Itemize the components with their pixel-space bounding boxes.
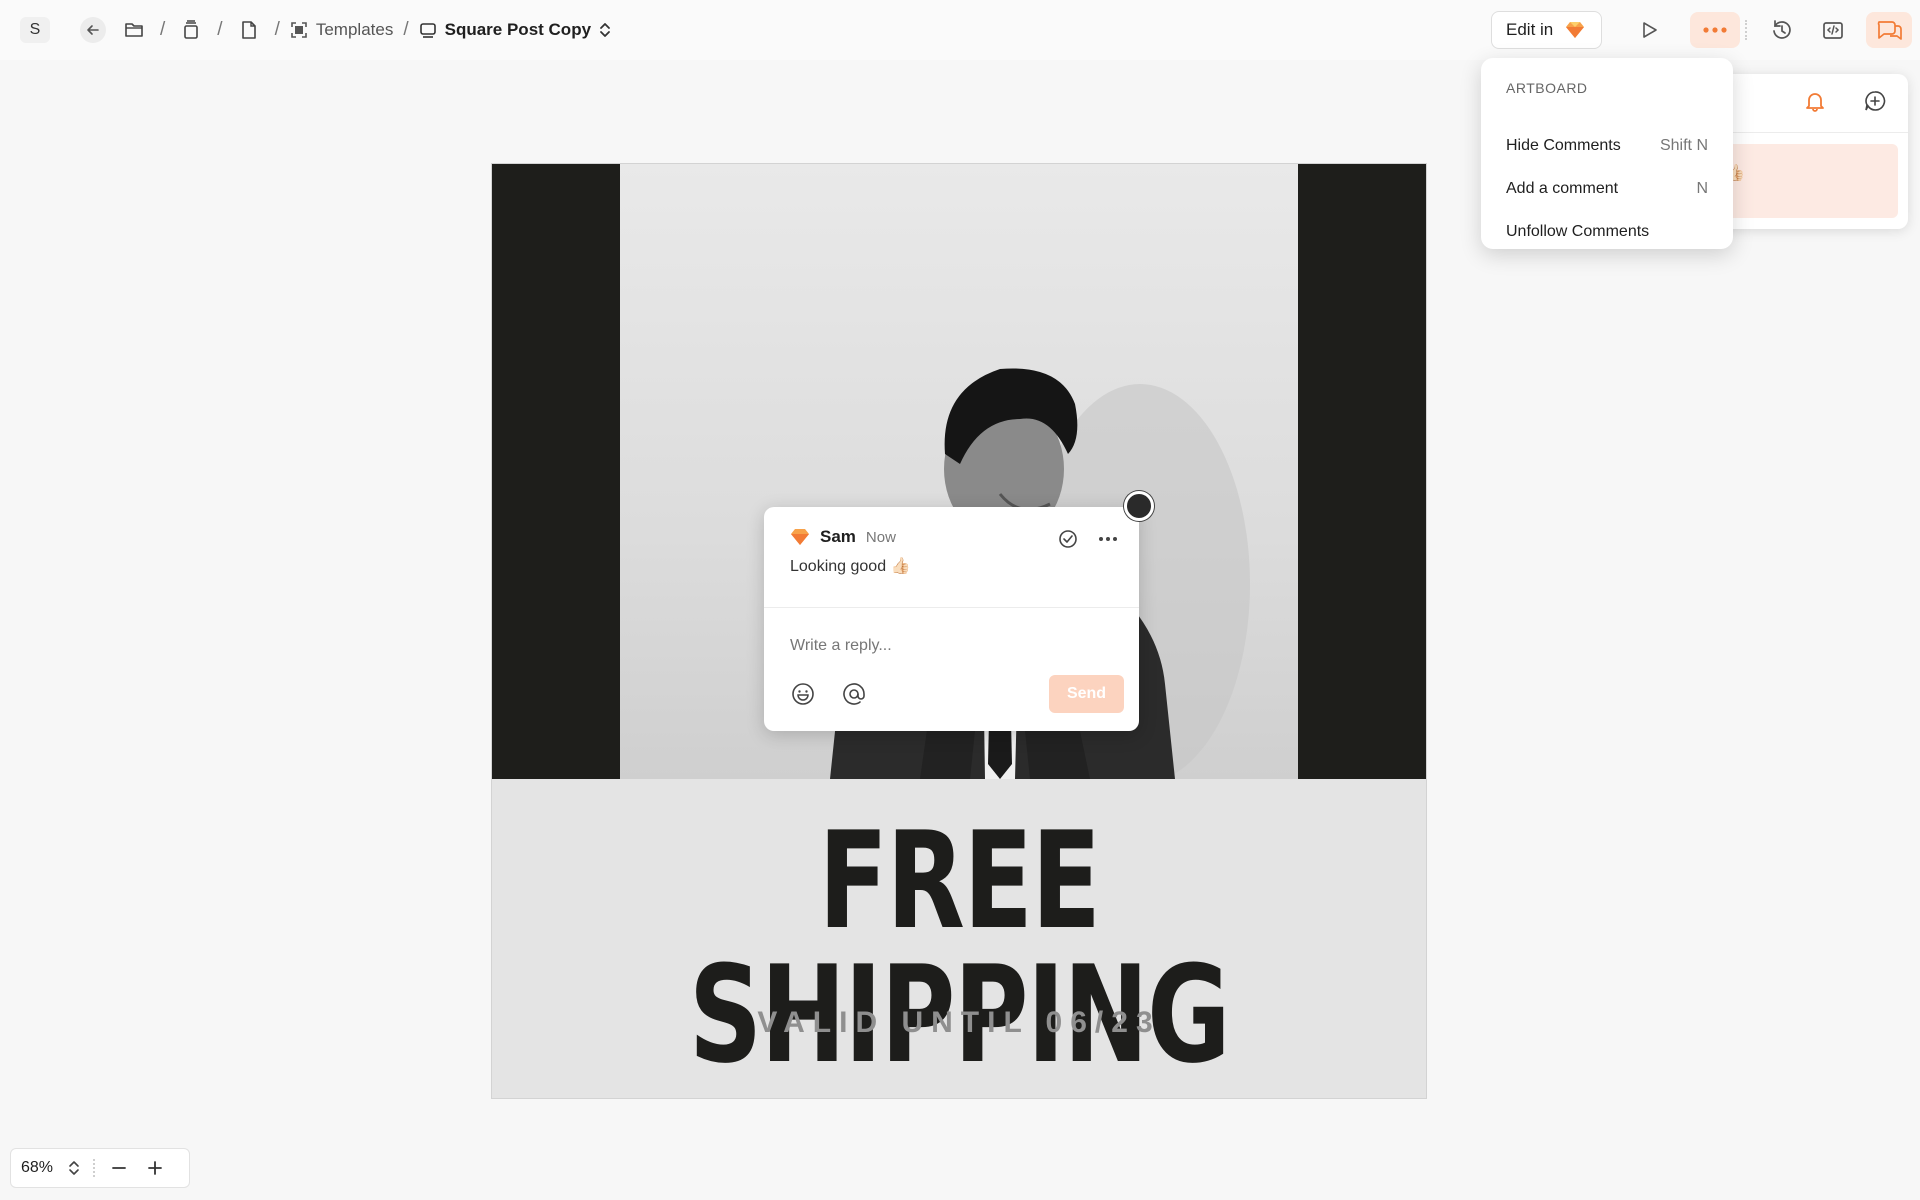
add-comment-icon[interactable] [1864, 90, 1886, 112]
headline-text: FREE SHIPPING [688, 803, 1231, 1093]
zoom-in-button[interactable] [137, 1150, 173, 1186]
document-button[interactable] [233, 14, 265, 46]
menu-item-hide-comments[interactable]: Hide Comments Shift N [1481, 128, 1733, 164]
folder-icon [125, 23, 143, 37]
more-options-button[interactable] [1690, 12, 1740, 48]
send-button[interactable]: Send [1049, 675, 1124, 713]
comments-toggle-button[interactable] [1866, 12, 1912, 48]
menu-item-label: Hide Comments [1506, 137, 1621, 154]
top-bar: S / / / Templates / Square Post Copy Edi… [0, 0, 1920, 60]
comment-header: Sam Now [790, 527, 896, 547]
menu-header: ARTBOARD [1506, 80, 1588, 96]
menu-item-label: Add a comment [1506, 180, 1619, 197]
breadcrumb-templates[interactable]: Templates [290, 20, 393, 40]
comment-thread-popup: Sam Now Looking good 👍🏻 Send [764, 507, 1139, 731]
user-avatar-icon [791, 529, 809, 545]
breadcrumb-separator: / [403, 19, 409, 40]
frame-icon [419, 23, 436, 38]
project-icon [184, 20, 199, 39]
reply-input[interactable] [790, 632, 1110, 660]
back-arrow-icon [87, 25, 99, 35]
menu-item-shortcut: N [1696, 180, 1708, 197]
comment-divider [764, 607, 1139, 608]
history-button[interactable] [1764, 12, 1800, 48]
comment-author: Sam [820, 527, 856, 546]
menu-item-label: Unfollow Comments [1506, 223, 1650, 240]
resolve-icon [1059, 530, 1077, 548]
zoom-divider [93, 1159, 95, 1177]
plus-icon [148, 1161, 162, 1175]
edit-in-sketch-button[interactable]: Edit in [1491, 11, 1602, 49]
breadcrumb-current-label: Square Post Copy [444, 20, 592, 39]
zoom-out-button[interactable] [101, 1150, 137, 1186]
emoji-button[interactable] [790, 681, 816, 707]
breadcrumb-templates-label: Templates [315, 20, 394, 39]
artboard-options-menu: ARTBOARD Hide Comments Shift N Add a com… [1481, 58, 1733, 249]
zoom-value[interactable]: 68% [11, 1159, 61, 1177]
comments-icon [1877, 21, 1902, 40]
breadcrumb-separator: / [160, 19, 166, 40]
history-icon [1773, 20, 1791, 39]
project-button[interactable] [175, 14, 207, 46]
document-icon [241, 21, 256, 39]
bell-icon[interactable] [1804, 90, 1826, 112]
menu-item-shortcut: Shift N [1659, 137, 1708, 154]
comment-pin[interactable] [1124, 491, 1154, 521]
more-icon [1703, 27, 1727, 33]
more-icon [1099, 537, 1117, 541]
breadcrumb-current-artboard[interactable]: Square Post Copy [419, 20, 611, 40]
edit-in-label: Edit in [1506, 20, 1554, 39]
play-button[interactable] [1631, 12, 1667, 48]
breadcrumb-separator: / [217, 19, 223, 40]
inspect-icon [1823, 22, 1843, 39]
chevron-updown-icon [600, 23, 610, 37]
breadcrumb: / / / Templates / Square Post Copy [76, 14, 611, 46]
comment-time: Now [865, 528, 896, 546]
zoom-preset-button[interactable] [61, 1159, 87, 1177]
emoji-icon [792, 683, 814, 705]
artboard-icon [291, 22, 307, 38]
sketch-diamond-icon [1566, 22, 1585, 38]
resolve-button[interactable] [1056, 527, 1080, 551]
menu-item-add-comment[interactable]: Add a comment N [1481, 171, 1733, 207]
back-button[interactable] [80, 17, 106, 43]
minus-icon [112, 1167, 126, 1169]
comment-more-button[interactable] [1096, 527, 1120, 551]
zoom-control: 68% [10, 1148, 190, 1188]
mention-button[interactable] [841, 681, 867, 707]
play-icon [1643, 22, 1657, 38]
chevron-updown-icon [69, 1161, 79, 1175]
menu-item-unfollow-comments[interactable]: Unfollow Comments [1481, 214, 1733, 250]
breadcrumb-separator: / [274, 19, 280, 40]
workspace-avatar[interactable]: S [20, 17, 50, 43]
inspect-button[interactable] [1815, 12, 1851, 48]
workspace-folder-button[interactable] [118, 14, 150, 46]
subline-text: VALID UNTIL 06/23 [757, 1006, 1161, 1039]
toolbar-divider [1745, 20, 1747, 40]
mention-icon [843, 683, 865, 705]
comment-body: Looking good 👍🏻 [790, 558, 911, 575]
